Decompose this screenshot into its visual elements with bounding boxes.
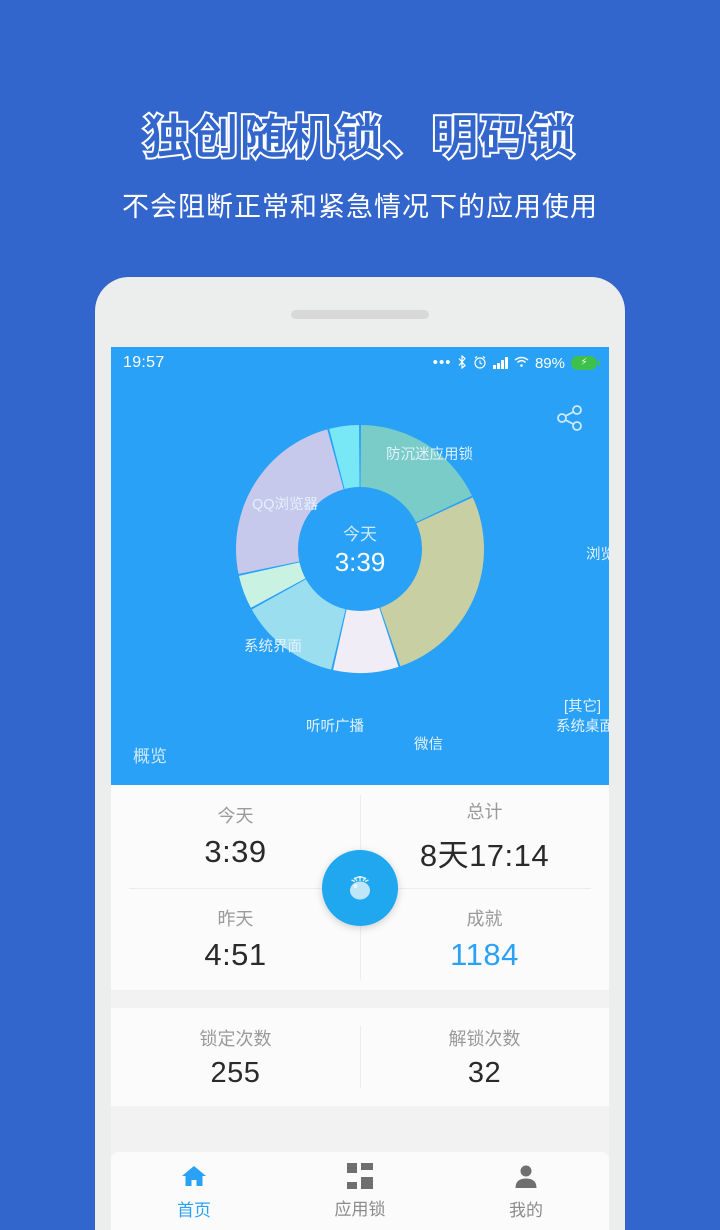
bottom-navigation: 首页 应用锁 我的 <box>111 1152 609 1230</box>
stat-yesterday-label: 昨天 <box>217 908 254 929</box>
nav-item-home[interactable]: 首页 <box>111 1162 277 1221</box>
stat-achievement-label: 成就 <box>466 908 503 929</box>
tomato-timer-button[interactable] <box>322 849 398 926</box>
stat-yesterday[interactable]: 昨天 4:51 <box>111 888 360 991</box>
promo-header: 独创随机锁、明码锁 不会阻断正常和紧急情况下的应用使用 <box>0 0 720 224</box>
donut-slice-label: 微信 <box>414 737 443 753</box>
donut-center-label: 今天 <box>343 525 377 544</box>
count-locked-value: 255 <box>210 1056 261 1089</box>
stats-card: 今天 3:39 总计 8天17:14 昨天 4:51 成就 1184 <box>111 785 609 990</box>
donut-slice-label: 防沉迷应用锁 <box>386 447 473 463</box>
stat-total-label: 总计 <box>466 801 503 822</box>
status-bar: 19:57 ••• 89% ⚡ <box>111 347 609 379</box>
stat-total-value: 8天17:14 <box>419 837 550 873</box>
promo-screenshot-page: 独创随机锁、明码锁 不会阻断正常和紧急情况下的应用使用 19:57 ••• 89… <box>0 0 720 1230</box>
stat-achievement-value: 1184 <box>450 936 519 972</box>
bluetooth-icon <box>457 354 467 371</box>
count-unlocked[interactable]: 解锁次数 32 <box>360 1008 609 1106</box>
home-icon <box>182 1165 206 1186</box>
nav-item-home-label: 首页 <box>177 1200 211 1220</box>
phone-speaker <box>291 310 429 319</box>
more-dots-icon: ••• <box>432 354 452 371</box>
stat-yesterday-value: 4:51 <box>204 936 267 972</box>
battery-icon: ⚡ <box>571 356 600 370</box>
promo-subtitle: 不会阻断正常和紧急情况下的应用使用 <box>122 191 598 222</box>
count-locked[interactable]: 锁定次数 255 <box>111 1008 360 1106</box>
donut-center-value: 3:39 <box>334 547 386 577</box>
promo-title: 独创随机锁、明码锁 <box>142 110 576 164</box>
status-icons: ••• 89% ⚡ <box>432 354 600 372</box>
nav-item-profile-label: 我的 <box>509 1200 543 1220</box>
count-unlocked-value: 32 <box>467 1056 502 1089</box>
stat-total[interactable]: 总计 8天17:14 <box>360 785 609 888</box>
battery-percent: 89% <box>534 354 565 372</box>
donut-slice-label: 听听广播 <box>306 719 364 735</box>
signal-icon <box>493 357 508 369</box>
count-locked-label: 锁定次数 <box>199 1028 272 1049</box>
chart-panel: 今天 3:39 防沉迷应用锁浏览器 [其它] 系统桌面微信 听听广播 系统界面 QQ浏览器… <box>111 379 609 785</box>
donut-slice-label: 系统桌面 <box>556 719 609 735</box>
counts-divider <box>360 1026 361 1088</box>
alarm-icon <box>473 355 487 371</box>
tomato-icon <box>350 875 370 899</box>
counts-card: 锁定次数 255 解锁次数 32 <box>111 1008 609 1106</box>
stat-today-value: 3:39 <box>204 834 267 870</box>
donut-slice-label: QQ浏览器 <box>252 497 319 513</box>
stat-achievement[interactable]: 成就 1184 <box>360 888 609 991</box>
donut-slice-label: 系统界面 <box>244 639 302 655</box>
phone-frame: 19:57 ••• 89% ⚡ 今天 3:39 防沉迷应用锁 浏览 [其它] 系… <box>95 277 625 1230</box>
nav-item-applock[interactable]: 应用锁 <box>277 1162 443 1220</box>
status-time: 19:57 <box>123 354 165 371</box>
donut-slice-label: [其它] <box>564 699 602 715</box>
wifi-icon <box>514 356 529 370</box>
share-icon[interactable] <box>553 401 587 435</box>
count-unlocked-label: 解锁次数 <box>448 1028 521 1049</box>
nav-item-profile[interactable]: 我的 <box>443 1162 609 1221</box>
overview-label: 概览 <box>133 747 167 766</box>
grid-icon <box>347 1162 373 1189</box>
section-gap <box>111 990 609 1008</box>
stat-today[interactable]: 今天 3:39 <box>111 785 360 888</box>
person-icon <box>515 1165 537 1188</box>
charging-bolt-icon: ⚡ <box>580 357 588 368</box>
phone-screen: 19:57 ••• 89% ⚡ 今天 3:39 防沉迷应用锁 浏览 [其它] 系… <box>111 347 609 1230</box>
nav-item-applock-label: 应用锁 <box>334 1199 386 1219</box>
stats-section: 今天 3:39 总计 8天17:14 昨天 4:51 成就 1184 锁定次数 … <box>111 785 609 1106</box>
stat-today-label: 今天 <box>217 806 254 827</box>
donut-slice-label: 浏览器 <box>586 547 609 563</box>
